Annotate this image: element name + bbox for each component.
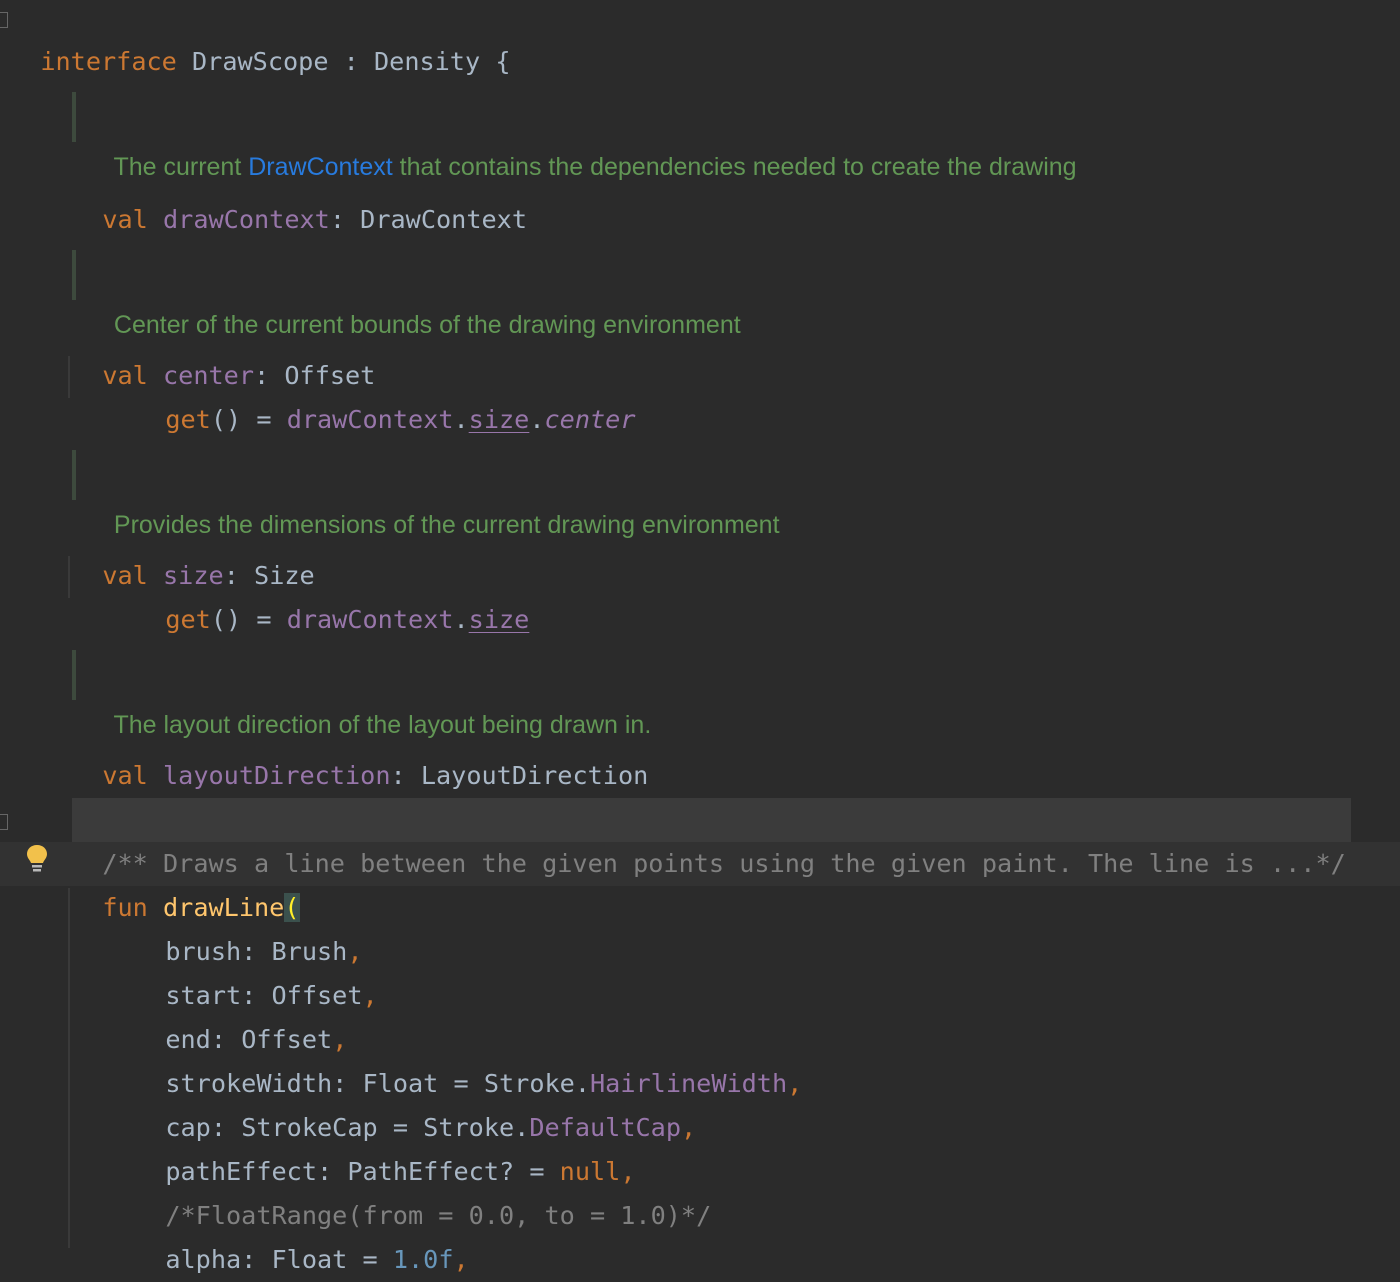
param-cap: cap: StrokeCap = Stroke.DefaultCap, [165, 1113, 697, 1142]
param-patheffect: pathEffect: PathEffect? = null, [165, 1157, 636, 1186]
param-end: end: Offset, [165, 1025, 348, 1054]
indent-guide [68, 356, 70, 398]
param-start: start: Offset, [165, 981, 378, 1010]
interface-name[interactable]: DrawScope [192, 47, 328, 76]
code-line-interface: interface DrawScope : Density { [40, 47, 511, 76]
param-brush: brush: Brush, [165, 937, 363, 966]
code-line-size-getter: get() = drawContext.size [165, 605, 530, 634]
fold-marker[interactable] [0, 12, 8, 28]
param-alpha: alpha: Float = 1.0f, [165, 1245, 469, 1274]
code-line-center: val center: Offset [102, 361, 376, 390]
keyword: interface [40, 47, 177, 76]
parent-type[interactable]: Density [374, 47, 480, 76]
kdoc-drawcontext: The current DrawContext that contains th… [72, 92, 1272, 181]
lightbulb-icon[interactable] [26, 844, 48, 874]
code-line-fun-drawline: fun drawLine( [102, 893, 300, 922]
float-range-comment: /*FloatRange(from = 0.0, to = 1.0)*/ [165, 1201, 712, 1230]
collapsed-doc-comment[interactable]: /** Draws a line between the given point… [72, 798, 1345, 878]
param-strokewidth: strokeWidth: Float = Stroke.HairlineWidt… [165, 1069, 803, 1098]
kdoc-layoutdirection: The layout direction of the layout being… [72, 650, 1272, 739]
code-line-layoutdirection: val layoutDirection: LayoutDirection [102, 761, 649, 790]
indent-guide [68, 888, 70, 1248]
code-line-drawcontext: val drawContext: DrawContext [102, 205, 527, 234]
indent-guide [68, 556, 70, 598]
kdoc-center: Center of the current bounds of the draw… [72, 250, 1272, 339]
code-line-center-getter: get() = drawContext.size.center [165, 405, 636, 434]
code-line-size: val size: Size [102, 561, 315, 590]
fold-marker[interactable] [0, 814, 8, 830]
kdoc-size: Provides the dimensions of the current d… [72, 450, 1272, 539]
